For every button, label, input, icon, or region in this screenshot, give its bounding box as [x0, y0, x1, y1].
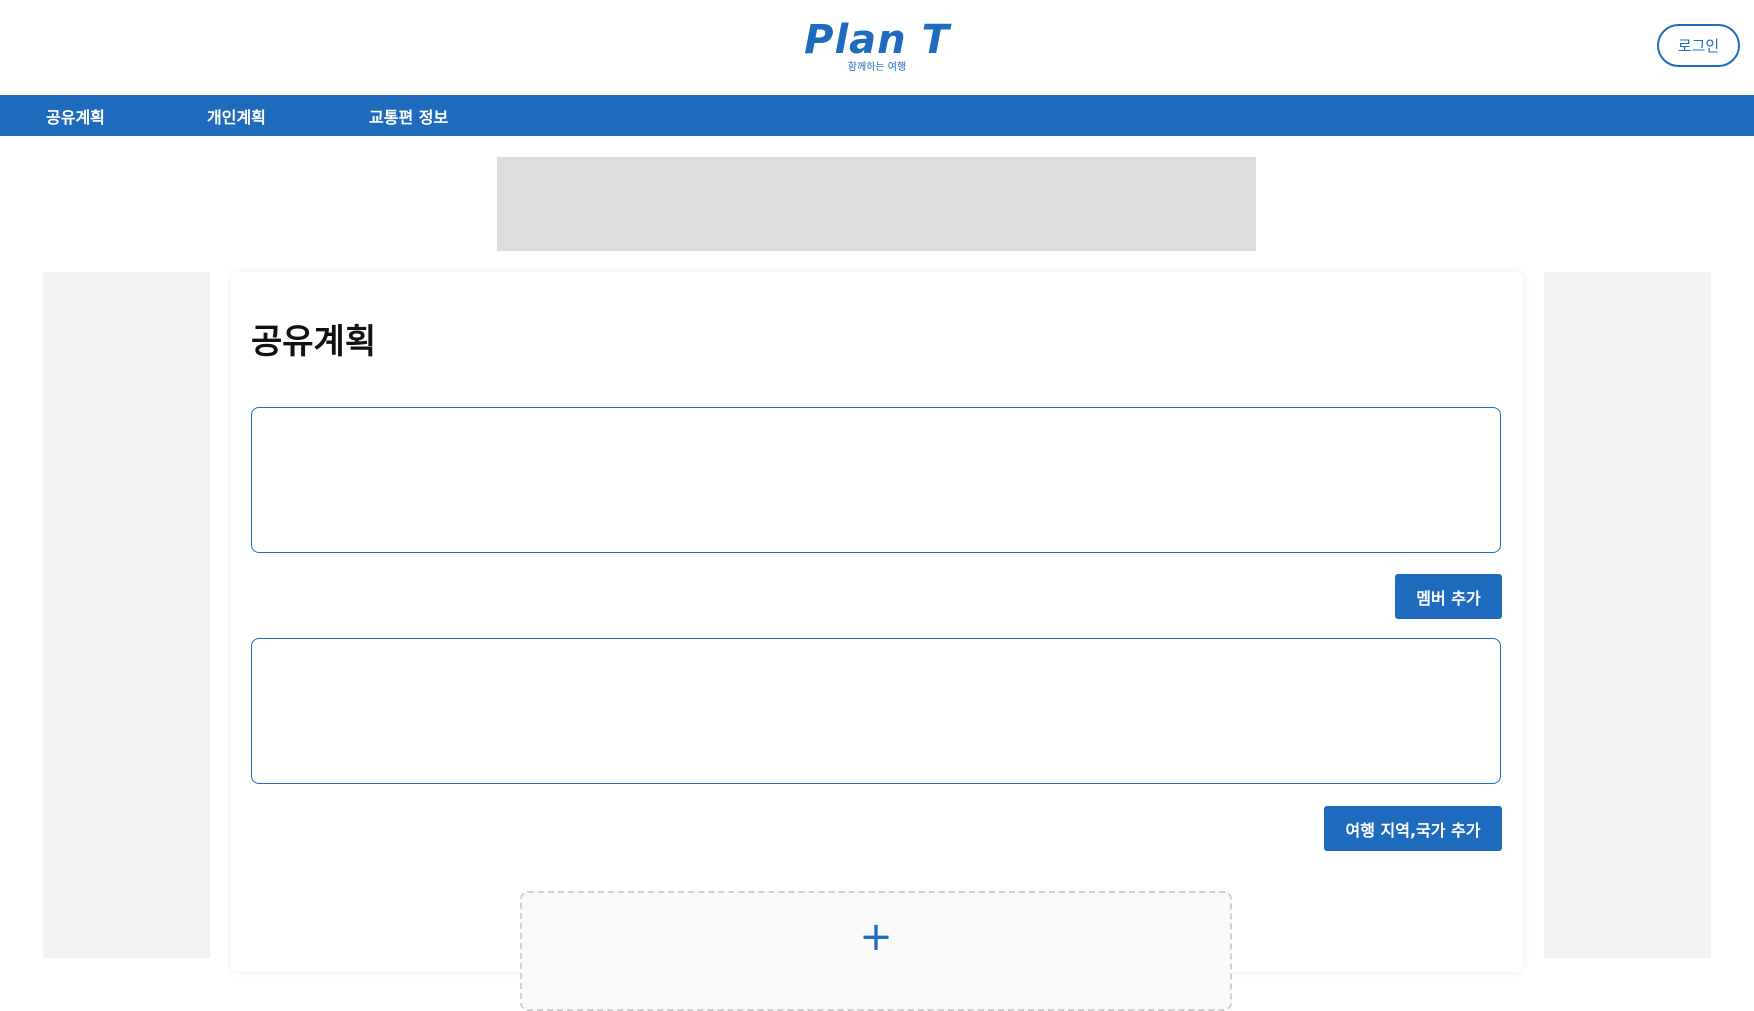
plus-icon: + [859, 914, 893, 960]
add-plan-box[interactable]: + [520, 891, 1232, 1011]
main-nav: 공유계획 개인계획 교통편 정보 [0, 95, 1754, 136]
nav-item-transport-info[interactable]: 교통편 정보 [369, 95, 448, 136]
add-member-button[interactable]: 멤버 추가 [1395, 574, 1502, 619]
login-button[interactable]: 로그인 [1657, 24, 1740, 67]
site-header: Plan T 함께하는 여행 로그인 [0, 0, 1754, 95]
add-region-button[interactable]: 여행 지역,국가 추가 [1324, 806, 1502, 851]
right-side-ad-placeholder [1544, 272, 1711, 958]
banner-ad-placeholder [497, 157, 1256, 251]
logo-title: Plan T [804, 17, 950, 63]
shared-plan-card: 공유계획 멤버 추가 여행 지역,국가 추가 + [231, 272, 1523, 1011]
nav-item-shared-plans[interactable]: 공유계획 [46, 95, 105, 136]
nav-item-personal-plans[interactable]: 개인계획 [207, 95, 266, 136]
region-input[interactable] [251, 638, 1501, 784]
logo-subtitle: 함께하는 여행 [847, 62, 907, 73]
logo[interactable]: Plan T 함께하는 여행 [0, 18, 1754, 74]
member-input[interactable] [251, 407, 1501, 553]
page-title: 공유계획 [251, 322, 377, 362]
left-side-ad-placeholder [43, 272, 210, 958]
